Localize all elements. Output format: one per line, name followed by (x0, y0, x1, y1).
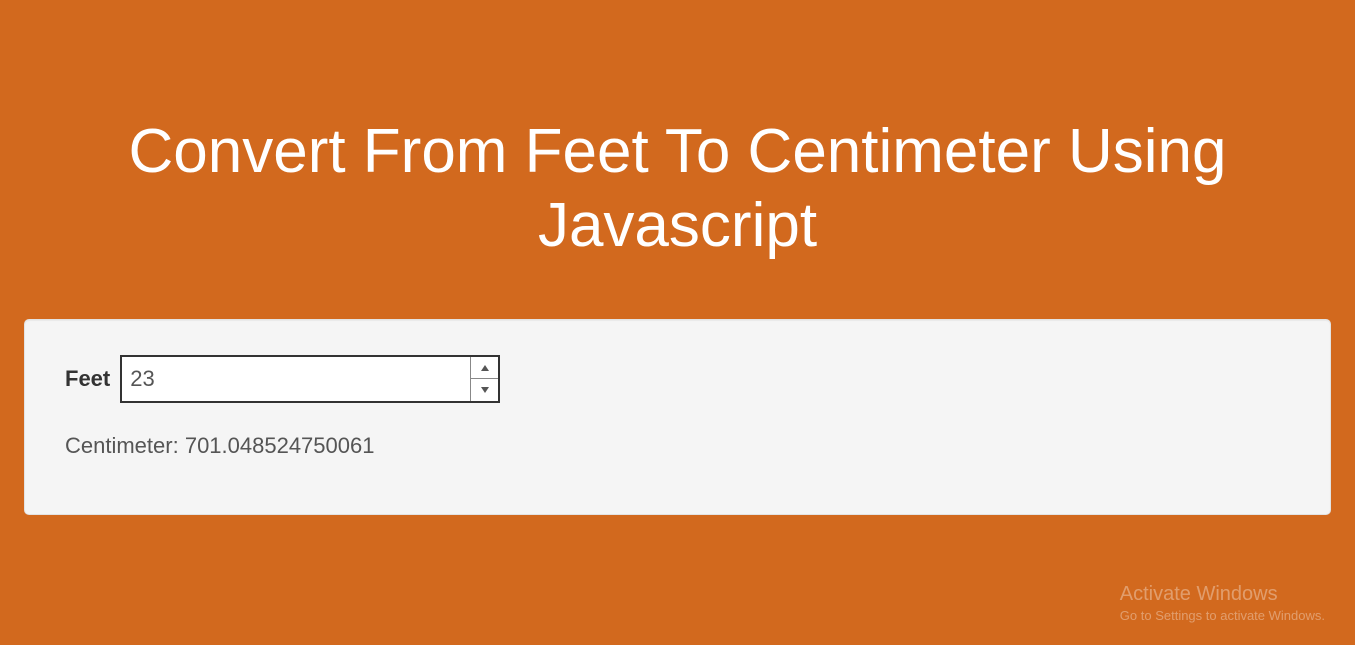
chevron-up-icon (480, 359, 490, 377)
converter-panel: Feet Centimeter: 701.048524750061 (24, 319, 1331, 515)
result-label: Centimeter: (65, 433, 185, 458)
spinner-up-button[interactable] (471, 357, 498, 380)
watermark-title: Activate Windows (1120, 583, 1325, 606)
number-input-wrapper (120, 355, 500, 403)
feet-input[interactable] (120, 355, 500, 403)
feet-label: Feet (65, 366, 110, 392)
watermark-subtitle: Go to Settings to activate Windows. (1120, 608, 1325, 623)
feet-input-row: Feet (65, 355, 1290, 403)
spinner-down-button[interactable] (471, 379, 498, 401)
number-spinner (470, 357, 498, 401)
result-text: Centimeter: 701.048524750061 (65, 433, 1290, 459)
page-title: Convert From Feet To Centimeter Using Ja… (0, 0, 1355, 319)
chevron-down-icon (480, 381, 490, 399)
windows-activation-watermark: Activate Windows Go to Settings to activ… (1120, 583, 1325, 623)
result-value: 701.048524750061 (185, 433, 375, 458)
